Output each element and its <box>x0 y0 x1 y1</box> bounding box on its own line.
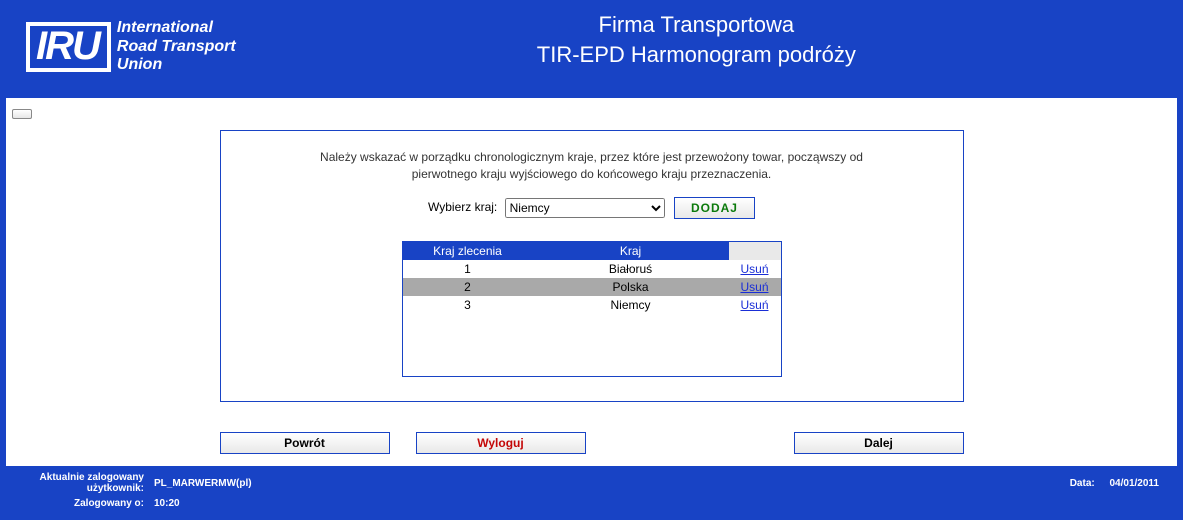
instructions-line2: pierwotnego kraju wyjściowego do końcowe… <box>239 166 945 183</box>
cell-action: Usuń <box>729 278 781 296</box>
footer-user-label: Aktualnie zalogowany użytkownik: <box>24 472 154 494</box>
cell-country: Białoruś <box>533 260 729 278</box>
page-title: TIR-EPD Harmonogram podróży <box>236 42 1157 68</box>
itinerary-grid: Kraj zlecenia Kraj 1Białoruś Usuń 2Polska U… <box>403 242 781 314</box>
footer: Aktualnie zalogowany użytkownik: PL_MARW… <box>6 466 1177 514</box>
instructions: Należy wskazać w porządku chronologiczny… <box>239 149 945 183</box>
col-order: Kraj zlecenia <box>403 242 533 260</box>
cell-action: Usuń <box>729 296 781 314</box>
logo: IRU International Road Transport Union <box>26 19 236 74</box>
footer-row-1: Aktualnie zalogowany użytkownik: PL_MARW… <box>24 472 1159 494</box>
toolbar-chip-row <box>6 98 1177 128</box>
cell-country: Polska <box>533 278 729 296</box>
table-row[interactable]: 3Niemcy Usuń <box>403 296 781 314</box>
back-button[interactable]: Powrót <box>220 432 390 454</box>
footer-user: Aktualnie zalogowany użytkownik: PL_MARW… <box>24 472 252 494</box>
cell-action: Usuń <box>729 260 781 278</box>
app-frame: IRU International Road Transport Union F… <box>0 0 1183 520</box>
logo-line2: Road Transport <box>117 38 236 56</box>
instructions-line1: Należy wskazać w porządku chronologiczny… <box>320 150 863 164</box>
logo-line3: Union <box>117 56 236 74</box>
table-row[interactable]: 1Białoruś Usuń <box>403 260 781 278</box>
itinerary-panel: Należy wskazać w porządku chronologiczny… <box>220 130 964 402</box>
cell-order: 3 <box>403 296 533 314</box>
footer-date: Data: 04/01/2011 <box>1070 478 1159 489</box>
col-action <box>729 242 781 260</box>
footer-date-value: 04/01/2011 <box>1110 478 1160 489</box>
delete-link[interactable]: Usuń <box>740 298 768 312</box>
country-select[interactable]: Niemcy <box>505 198 665 218</box>
delete-link[interactable]: Usuń <box>740 262 768 276</box>
logo-line1: International <box>117 19 236 37</box>
content-area: Należy wskazać w porządku chronologiczny… <box>6 128 1177 422</box>
footer-login-value: 10:20 <box>154 498 180 509</box>
cell-order: 2 <box>403 278 533 296</box>
header-titles: Firma Transportowa TIR-EPD Harmonogram p… <box>236 8 1157 68</box>
button-spacer <box>612 432 768 454</box>
cell-order: 1 <box>403 260 533 278</box>
cell-country: Niemcy <box>533 296 729 314</box>
footer-row-2: Zalogowany o: 10:20 <box>24 498 1159 509</box>
toolbar-chip[interactable] <box>12 109 32 119</box>
header: IRU International Road Transport Union F… <box>6 6 1177 98</box>
grid-header-row: Kraj zlecenia Kraj <box>403 242 781 260</box>
add-button[interactable]: DODAJ <box>674 197 755 219</box>
company-name: Firma Transportowa <box>236 12 1157 38</box>
footer-date-label: Data: <box>1070 478 1095 489</box>
logo-abbr: IRU <box>26 22 111 72</box>
footer-login-label: Zalogowany o: <box>24 498 154 509</box>
logo-fullname: International Road Transport Union <box>117 19 236 74</box>
grid-filler <box>403 314 781 376</box>
logout-button[interactable]: Wyloguj <box>416 432 586 454</box>
itinerary-grid-wrap: Kraj zlecenia Kraj 1Białoruś Usuń 2Polska U… <box>402 241 782 377</box>
delete-link[interactable]: Usuń <box>740 280 768 294</box>
grid-body: 1Białoruś Usuń 2Polska Usuń 3Niemcy Usuń <box>403 260 781 314</box>
next-button[interactable]: Dalej <box>794 432 964 454</box>
country-select-label: Wybierz kraj: <box>428 200 497 214</box>
bottom-buttons: Powrót Wyloguj Dalej <box>220 422 964 466</box>
col-country: Kraj <box>533 242 729 260</box>
table-row[interactable]: 2Polska Usuń <box>403 278 781 296</box>
footer-user-value: PL_MARWERMW(pl) <box>154 478 252 489</box>
country-select-row: Wybierz kraj: Niemcy DODAJ <box>239 197 945 219</box>
